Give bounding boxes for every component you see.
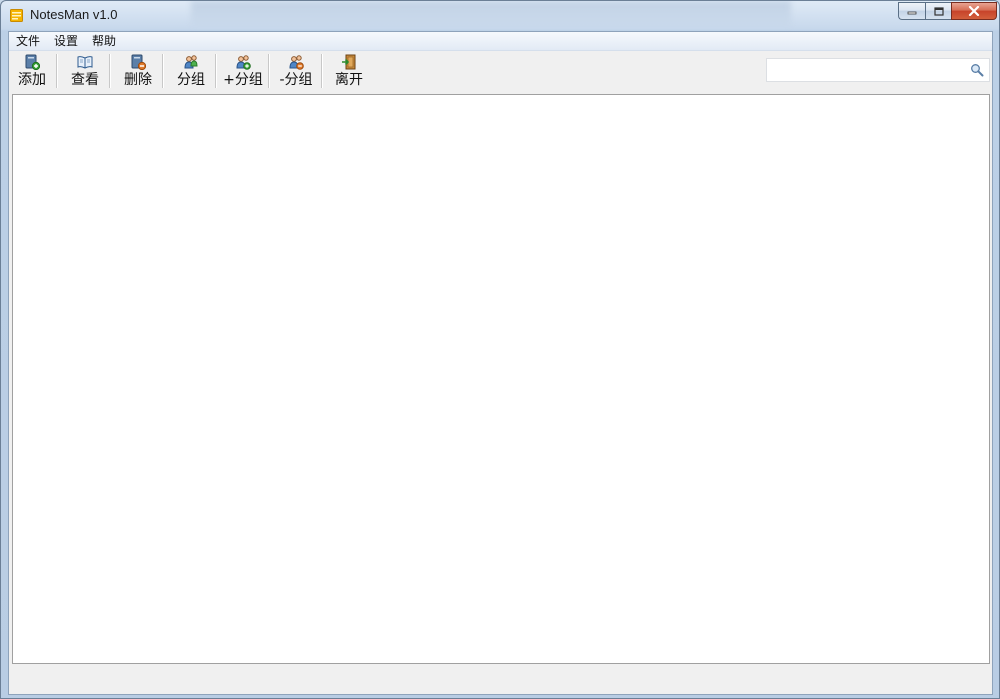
minimize-button[interactable] (898, 2, 925, 20)
add-button-label: 添加 (18, 72, 46, 88)
toolbar-separator (268, 54, 270, 88)
exit-button[interactable]: 离开 (331, 53, 367, 89)
exit-door-icon (342, 54, 356, 70)
add-group-button[interactable]: +分组 (222, 53, 264, 89)
toolbar-separator (162, 54, 164, 88)
toolbar-separator (215, 54, 217, 88)
menu-bar: 文件 设置 帮助 (9, 32, 992, 51)
exit-button-label: 离开 (335, 72, 363, 88)
app-window: NotesMan v1.0 文件 设置 帮助 添加 查看 删除 分组 +分组 -… (0, 0, 1000, 699)
delete-button[interactable]: 删除 (120, 53, 156, 89)
close-button[interactable] (951, 2, 997, 20)
client-area: 文件 设置 帮助 添加 查看 删除 分组 +分组 -分组 离开 (8, 31, 993, 695)
add-button[interactable]: 添加 (14, 53, 50, 89)
maximize-button[interactable] (925, 2, 951, 20)
add-note-icon (25, 54, 40, 70)
toolbar-separator (109, 54, 111, 88)
remove-group-button-label: -分组 (279, 72, 313, 88)
delete-note-icon (131, 54, 146, 70)
toolbar-separator (56, 54, 58, 88)
menu-file[interactable]: 文件 (9, 32, 47, 50)
menu-help[interactable]: 帮助 (85, 32, 123, 50)
title-bar[interactable]: NotesMan v1.0 (1, 1, 999, 30)
delete-button-label: 删除 (124, 72, 152, 88)
menu-settings[interactable]: 设置 (47, 32, 85, 50)
toolbar-separator (321, 54, 323, 88)
remove-group-icon (289, 55, 304, 70)
search-box (766, 58, 990, 82)
toolbar: 添加 查看 删除 分组 +分组 -分组 离开 (9, 51, 992, 93)
group-icon (184, 55, 198, 69)
notes-list[interactable] (12, 94, 990, 664)
open-book-icon (77, 56, 93, 69)
close-icon (968, 6, 980, 16)
maximize-icon (933, 6, 944, 16)
group-button[interactable]: 分组 (173, 53, 209, 89)
search-icon[interactable] (970, 63, 984, 77)
view-button-label: 查看 (71, 72, 99, 88)
add-group-icon (236, 55, 251, 70)
minimize-icon (907, 11, 917, 15)
group-button-label: 分组 (177, 72, 205, 88)
window-title: NotesMan v1.0 (30, 7, 118, 22)
notes-app-icon (10, 9, 23, 22)
remove-group-button[interactable]: -分组 (275, 53, 317, 89)
status-bar (9, 666, 992, 694)
caption-buttons (898, 2, 997, 21)
search-input[interactable] (769, 61, 965, 79)
add-group-button-label: +分组 (223, 72, 263, 88)
view-button[interactable]: 查看 (67, 53, 103, 89)
